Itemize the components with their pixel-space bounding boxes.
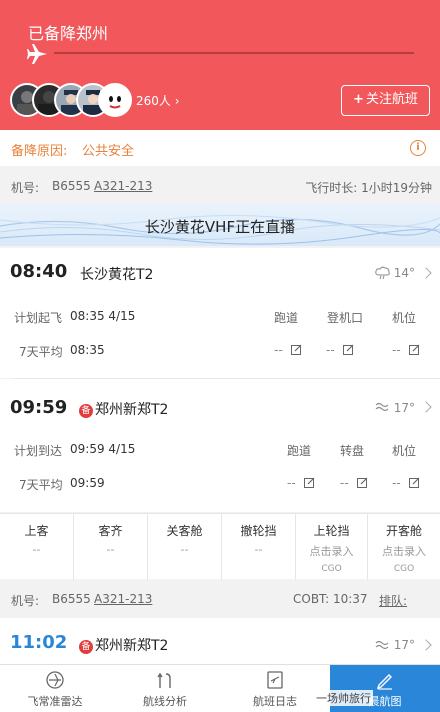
aircraft-type-link[interactable]: A321-213 (94, 592, 152, 606)
departure-temperature: 14° (393, 266, 415, 280)
seven-day-average-label: 7天平均 (19, 478, 63, 492)
flight-progress-track (54, 52, 414, 54)
haze-icon (375, 402, 389, 412)
seven-day-average-value: 08:35 (70, 343, 105, 357)
runway-label: 跑道 (287, 444, 312, 458)
stand-value: -- (392, 476, 401, 490)
edit-icon[interactable] (409, 344, 420, 355)
airplane-icon (27, 44, 47, 64)
edit-icon[interactable] (409, 477, 420, 488)
bottom-navigation: 飞常准雷达 航线分析 航班日志 晨航图 (0, 664, 440, 712)
planned-departure-value: 08:35 4/15 (70, 309, 136, 323)
flight-duration: 飞行时长: 1小时19分钟 (305, 181, 432, 195)
radar-icon (46, 671, 64, 689)
status-cabin-closed: 关客舱 -- (148, 514, 222, 580)
seven-day-average-value: 09:59 (70, 476, 105, 490)
edit-icon[interactable] (357, 477, 368, 488)
status-boarding-complete: 客齐 -- (74, 514, 148, 580)
alternate-badge: 备 (79, 640, 93, 654)
alternate-badge: 备 (79, 404, 93, 418)
runway-value: -- (274, 343, 283, 357)
gate-label: 登机口 (327, 311, 364, 325)
gate-value: -- (326, 343, 335, 357)
avatar (98, 83, 132, 117)
departure-time: 08:40 (10, 261, 68, 282)
aircraft-registration: B6555 (52, 179, 91, 193)
aircraft-info-row: 机号: B6555 A321-213 COBT: 10:37 排队: (0, 581, 440, 617)
follow-flight-button[interactable]: + 关注航班 (341, 85, 430, 116)
arrival-airport: 备郑州新郑T2 (79, 399, 168, 419)
baggage-carousel-value: -- (340, 476, 349, 490)
baggage-carousel-label: 转盘 (340, 444, 365, 458)
nav-radar[interactable]: 飞常准雷达 (0, 665, 110, 712)
planned-arrival-value: 09:59 4/15 (70, 442, 136, 456)
status-boarding: 上客 -- (0, 514, 74, 580)
live-broadcast-text: 长沙黄花VHF正在直播 (144, 218, 296, 236)
departure-card[interactable]: 08:40 长沙黄花T2 14° 计划起飞 08:35 4/15 跑道 登机口 … (0, 248, 440, 379)
watermark-text: 一场帅旅行 (314, 690, 373, 706)
edit-icon[interactable] (304, 477, 315, 488)
flight-status-text: 已备降郑州 (28, 24, 109, 43)
status-chocks-on[interactable]: 上轮挡 点击录入 CGO (296, 514, 368, 580)
edit-icon[interactable] (291, 344, 302, 355)
arrival-card[interactable]: 09:59 备郑州新郑T2 17° 计划到达 09:59 4/15 跑道 转盘 … (0, 379, 440, 512)
aircraft-info-row: 机号: B6555 A321-213 飞行时长: 1小时19分钟 (0, 168, 440, 204)
chevron-right-icon (420, 267, 432, 279)
next-segment-airport: 备郑州新郑T2 (79, 635, 168, 655)
cobt: COBT: 10:37 (293, 592, 368, 606)
live-broadcast-banner[interactable]: 长沙黄花VHF正在直播 (0, 204, 440, 246)
chevron-right-icon (420, 401, 432, 413)
queue-link[interactable]: 排队: (379, 592, 407, 609)
flight-status-header: 已备降郑州 260人 › + 关注航班 (0, 0, 440, 130)
route-analysis-icon (157, 672, 171, 688)
status-cabin-open[interactable]: 开客舱 点击录入 CGO (368, 514, 440, 580)
stand-label: 机位 (392, 311, 417, 325)
cloud-rain-icon (375, 266, 390, 280)
stand-label: 机位 (392, 444, 417, 458)
flight-log-icon (267, 671, 283, 689)
next-segment-temperature: 17° (393, 638, 415, 652)
aircraft-type-link[interactable]: A321-213 (94, 179, 152, 193)
departure-airport: 长沙黄花T2 (80, 267, 154, 283)
next-segment-time: 11:02 (10, 632, 68, 653)
divert-reason-bar: 备降原因: 公共安全 i (0, 130, 440, 166)
divert-reason-label: 备降原因: (11, 144, 68, 159)
planned-arrival-label: 计划到达 (14, 444, 63, 458)
status-chocks-off: 撤轮挡 -- (222, 514, 296, 580)
next-segment-card[interactable]: 11:02 备郑州新郑T2 17° (0, 618, 440, 664)
runway-value: -- (287, 476, 296, 490)
info-icon[interactable]: i (410, 140, 426, 156)
planned-departure-label: 计划起飞 (14, 311, 63, 325)
ground-status-grid: 上客 -- 客齐 -- 关客舱 -- 撤轮挡 -- 上轮挡 点击录入 CGO 开客舱 点击录入… (0, 513, 440, 580)
watchers-count[interactable]: 260人 › (136, 92, 180, 109)
aircraft-registration: B6555 (52, 592, 91, 606)
nav-route-analysis[interactable]: 航线分析 (110, 665, 220, 712)
pen-icon (376, 674, 392, 690)
stand-value: -- (392, 343, 401, 357)
aircraft-label: 机号: (11, 594, 40, 608)
edit-icon[interactable] (343, 344, 354, 355)
arrival-temperature: 17° (393, 401, 415, 415)
aircraft-label: 机号: (11, 181, 40, 195)
arrival-time: 09:59 (10, 397, 68, 418)
chevron-right-icon (420, 639, 432, 651)
divert-reason-value: 公共安全 (82, 144, 135, 159)
seven-day-average-label: 7天平均 (19, 345, 63, 359)
haze-icon (375, 640, 389, 650)
runway-label: 跑道 (274, 311, 299, 325)
